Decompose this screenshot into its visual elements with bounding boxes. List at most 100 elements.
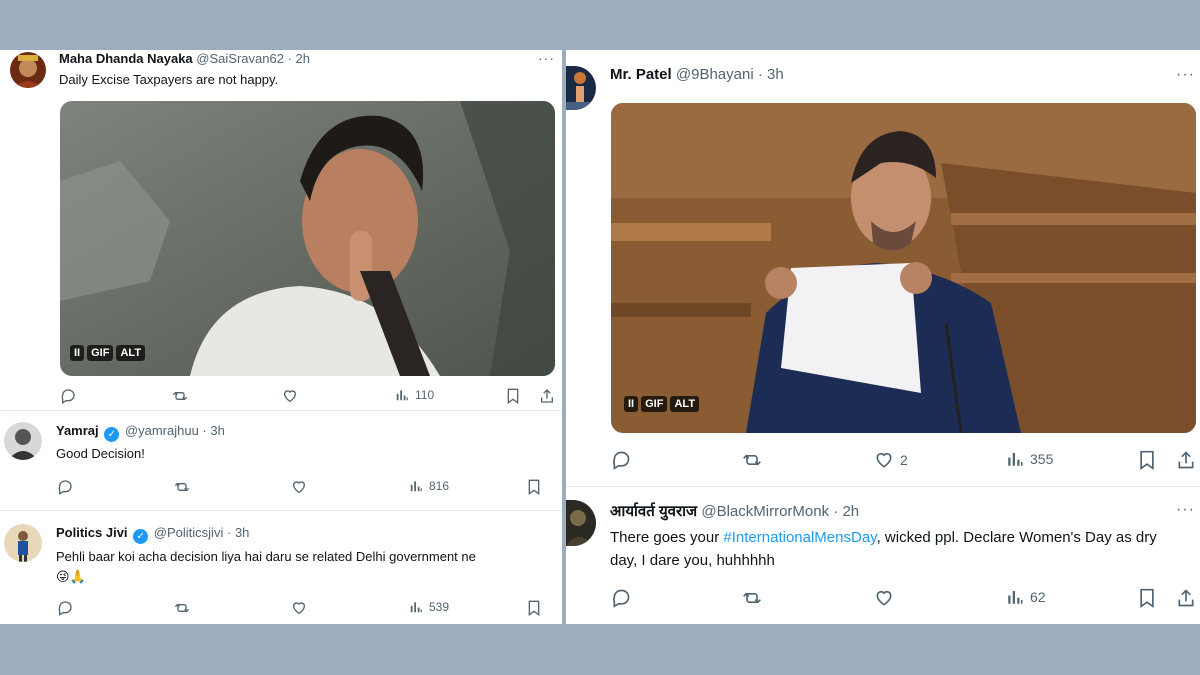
alt-text-button[interactable]: ALT	[116, 345, 146, 361]
heart-icon	[283, 390, 297, 403]
alt-text-button[interactable]: ALT	[670, 396, 700, 412]
author-name[interactable]: Politics Jivi	[56, 525, 128, 540]
like-button[interactable]	[282, 388, 298, 404]
heart-icon	[292, 602, 306, 615]
gif-badge: GIF	[87, 345, 114, 361]
views-icon	[396, 390, 408, 401]
bookmark-button[interactable]	[527, 479, 541, 495]
pause-gif-button[interactable]: II	[624, 396, 639, 412]
tweet-text: Pehli baar koi acha decision liya hai da…	[56, 549, 476, 564]
avatar[interactable]	[4, 524, 42, 562]
reply-button[interactable]	[611, 588, 631, 608]
author-handle[interactable]: @9Bhayani	[676, 66, 754, 83]
tweet-time[interactable]: 2h	[842, 503, 859, 520]
tweet-text-part: There goes your	[610, 529, 724, 546]
tweet-time[interactable]: 2h	[296, 51, 310, 66]
tweet-header: Yamraj ✓ @yamrajhuu · 3h	[56, 423, 225, 442]
tweet-card[interactable]: आर्यावर्त युवराज @BlackMirrorMonk · 2h ·…	[566, 488, 1200, 624]
bookmark-button[interactable]	[1138, 450, 1156, 470]
retweet-icon	[174, 603, 190, 613]
tweet-header: आर्यावर्त युवराज @BlackMirrorMonk · 2h	[610, 501, 859, 521]
author-handle[interactable]: @SaiSravan62	[196, 51, 284, 66]
separator-dot: ·	[226, 525, 232, 540]
tweet-card[interactable]: Yamraj ✓ @yamrajhuu · 3h Good Decision! …	[0, 412, 562, 511]
gif-frame-image	[611, 103, 1196, 433]
reply-icon	[58, 480, 72, 495]
like-button[interactable]	[291, 479, 307, 495]
tweet-text: There goes your #InternationalMensDay, w…	[610, 526, 1170, 572]
retweet-button[interactable]	[741, 450, 763, 470]
more-options-icon[interactable]: ···	[538, 50, 555, 66]
avatar[interactable]	[566, 500, 596, 546]
share-button[interactable]	[1176, 588, 1196, 608]
tweet-actions: 62	[566, 588, 1200, 608]
verified-badge-icon: ✓	[104, 427, 120, 442]
tweet-header: Maha Dhanda Nayaka @SaiSravan62 · 2h	[59, 51, 310, 66]
share-icon	[541, 389, 553, 403]
bookmark-button[interactable]	[527, 600, 541, 616]
media-badges: II GIF ALT	[70, 345, 146, 361]
views-count: 62	[1030, 589, 1046, 605]
views-button[interactable]: 355	[1006, 450, 1053, 468]
tweet-media-gif[interactable]: II GIF ALT	[611, 103, 1196, 433]
pause-gif-button[interactable]: II	[70, 345, 85, 361]
author-name[interactable]: Yamraj	[56, 423, 99, 438]
author-name[interactable]: Mr. Patel	[610, 66, 672, 83]
share-button[interactable]	[539, 388, 555, 404]
author-name[interactable]: आर्यावर्त युवराज	[610, 503, 697, 520]
share-icon	[1178, 451, 1194, 469]
reply-icon	[613, 451, 630, 470]
tweet-actions: 110	[0, 388, 562, 408]
author-handle[interactable]: @yamrajhuu	[125, 423, 199, 438]
reply-icon	[61, 389, 75, 404]
avatar[interactable]	[10, 52, 46, 88]
like-button[interactable]	[291, 600, 307, 616]
views-button[interactable]: 110	[395, 388, 434, 402]
like-button[interactable]: 2	[874, 450, 908, 470]
more-options-icon[interactable]: ···	[1176, 501, 1195, 519]
hashtag-link[interactable]: #InternationalMensDay	[723, 529, 876, 546]
bookmark-button[interactable]	[1138, 588, 1156, 608]
views-button[interactable]: 816	[409, 479, 449, 493]
tweet-card[interactable]: Mr. Patel @9Bhayani · 3h ··· II GIF ALT …	[566, 50, 1200, 487]
reply-button[interactable]	[57, 600, 73, 616]
reply-button[interactable]	[57, 479, 73, 495]
views-icon	[410, 481, 422, 492]
views-icon	[410, 602, 422, 613]
retweet-button[interactable]	[173, 479, 191, 495]
reply-icon	[613, 589, 630, 608]
reply-button[interactable]	[60, 388, 76, 404]
bookmark-icon	[528, 600, 540, 616]
tweet-time[interactable]: 3h	[235, 525, 249, 540]
author-handle[interactable]: @Politicsjivi	[154, 525, 224, 540]
reply-button[interactable]	[611, 450, 631, 470]
tweet-time[interactable]: 3h	[767, 66, 784, 83]
avatar[interactable]	[4, 422, 42, 460]
tweet-card[interactable]: Maha Dhanda Nayaka @SaiSravan62 · 2h ···…	[0, 50, 562, 411]
heart-icon	[876, 452, 892, 468]
left-timeline-panel: Maha Dhanda Nayaka @SaiSravan62 · 2h ···…	[0, 50, 562, 624]
views-button[interactable]: 62	[1006, 588, 1046, 606]
views-icon	[1008, 453, 1023, 466]
separator-dot: ·	[833, 503, 839, 520]
bookmark-button[interactable]	[506, 388, 520, 404]
tweet-media-gif[interactable]: II GIF ALT	[60, 101, 555, 376]
views-button[interactable]: 539	[409, 600, 449, 614]
tweet-card[interactable]: Politics Jivi ✓ @Politicsjivi · 3h Pehli…	[0, 512, 562, 624]
reply-icon	[58, 601, 72, 616]
author-handle[interactable]: @BlackMirrorMonk	[701, 503, 829, 520]
like-button[interactable]	[874, 588, 894, 608]
gif-frame-image	[60, 101, 555, 376]
retweet-button[interactable]	[173, 600, 191, 616]
retweet-button[interactable]	[741, 588, 763, 608]
avatar[interactable]	[566, 66, 596, 110]
more-options-icon[interactable]: ···	[1176, 66, 1195, 84]
bookmark-icon	[507, 388, 519, 404]
tweet-time[interactable]: 3h	[210, 423, 224, 438]
author-name[interactable]: Maha Dhanda Nayaka	[59, 51, 193, 66]
tweet-actions: 539	[0, 600, 562, 620]
retweet-button[interactable]	[171, 388, 189, 404]
views-icon	[1008, 591, 1023, 604]
views-count: 816	[429, 479, 450, 493]
share-button[interactable]	[1176, 450, 1196, 470]
